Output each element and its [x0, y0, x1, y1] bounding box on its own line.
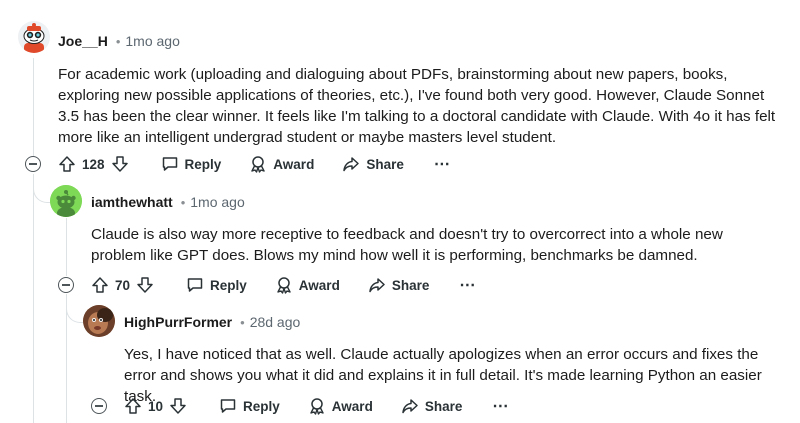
vote-count: 128 — [82, 156, 105, 172]
share-label: Share — [391, 277, 430, 293]
collapse-icon[interactable] — [91, 398, 107, 414]
share-icon — [402, 399, 418, 414]
award-icon — [277, 277, 291, 294]
author-name[interactable]: Joe__H — [58, 33, 108, 49]
thread-line — [33, 58, 34, 156]
comment-body: For academic work (uploading and dialogu… — [58, 66, 776, 146]
author-name[interactable]: HighPurrFormer — [124, 314, 232, 330]
comment-header: Joe__H • 1mo ago — [58, 33, 180, 49]
downvote-button[interactable] — [136, 276, 154, 294]
share-button[interactable]: Share — [401, 397, 463, 415]
more-icon: ⋯ — [433, 156, 450, 173]
reply-button[interactable]: Reply — [219, 397, 280, 415]
separator-dot: • — [115, 33, 121, 49]
downvote-button[interactable] — [111, 155, 129, 173]
share-button[interactable]: Share — [342, 155, 404, 173]
comment-header: HighPurrFormer • 28d ago — [124, 314, 300, 330]
collapse-icon[interactable] — [58, 277, 74, 293]
reply-label: Reply — [184, 156, 222, 172]
avatar[interactable] — [18, 21, 50, 53]
award-icon — [251, 156, 265, 173]
more-options-button[interactable]: ⋯ — [459, 275, 475, 295]
upvote-icon — [59, 156, 75, 172]
award-label: Award — [273, 156, 315, 172]
collapse-icon[interactable] — [25, 156, 41, 172]
upvote-icon — [92, 277, 108, 293]
separator-dot: • — [240, 314, 245, 330]
reply-button[interactable]: Reply — [161, 155, 222, 173]
reply-label: Reply — [210, 277, 247, 293]
more-options-button[interactable]: ⋯ — [492, 396, 508, 416]
avatar[interactable] — [83, 305, 115, 337]
comment-actions: 70 Reply Award Share ⋯ — [91, 273, 475, 297]
award-label: Award — [331, 398, 373, 414]
reply-icon — [220, 399, 236, 413]
award-button[interactable]: Award — [275, 276, 340, 294]
snoo-avatar-icon — [50, 185, 82, 217]
award-icon — [310, 398, 324, 415]
award-button[interactable]: Award — [249, 155, 314, 173]
share-label: Share — [366, 156, 404, 172]
separator-dot: • — [180, 194, 186, 210]
downvote-icon — [170, 398, 186, 414]
upvote-button[interactable] — [58, 155, 76, 173]
comment-body: Claude is also way more receptive to fee… — [91, 226, 723, 264]
downvote-icon — [111, 156, 128, 172]
share-button[interactable]: Share — [368, 276, 430, 294]
award-label: Award — [298, 277, 340, 293]
avatar[interactable] — [50, 185, 82, 217]
more-icon: ⋯ — [459, 277, 476, 294]
vote-count: 10 — [148, 398, 164, 414]
more-icon: ⋯ — [492, 398, 509, 415]
user-photo-avatar-icon — [83, 305, 115, 337]
comment-header: iamthewhatt • 1mo ago — [91, 194, 245, 210]
comment-actions: 10 Reply Award Share ⋯ — [124, 394, 508, 418]
reply-icon — [187, 278, 203, 292]
downvote-button[interactable] — [169, 397, 187, 415]
timestamp[interactable]: 1mo ago — [125, 33, 179, 49]
upvote-button[interactable] — [124, 397, 142, 415]
upvote-button[interactable] — [91, 276, 109, 294]
share-label: Share — [424, 398, 463, 414]
vote-count: 70 — [115, 277, 131, 293]
reply-icon — [162, 157, 177, 171]
snoo-avatar-icon — [18, 21, 50, 53]
thread-line — [66, 218, 67, 276]
timestamp[interactable]: 1mo ago — [190, 194, 244, 210]
author-name[interactable]: iamthewhatt — [91, 194, 173, 210]
share-icon — [343, 157, 360, 172]
upvote-icon — [125, 398, 141, 414]
award-button[interactable]: Award — [308, 397, 373, 415]
more-options-button[interactable]: ⋯ — [434, 154, 450, 174]
reply-button[interactable]: Reply — [186, 276, 247, 294]
share-icon — [369, 278, 385, 293]
comment-actions: 128 Reply Award Share ⋯ — [58, 152, 450, 176]
downvote-icon — [137, 277, 153, 293]
reply-label: Reply — [243, 398, 280, 414]
timestamp[interactable]: 28d ago — [250, 314, 301, 330]
thread-line — [33, 174, 34, 423]
